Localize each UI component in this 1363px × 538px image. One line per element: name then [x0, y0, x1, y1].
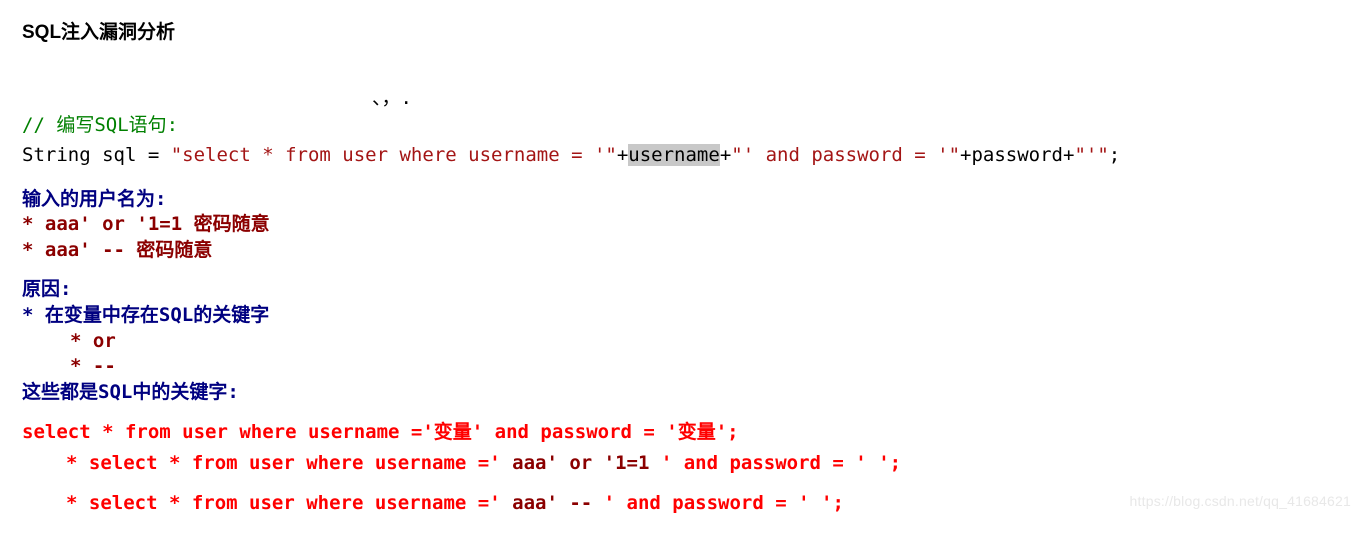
- result-line: select * from user where username ='变量' …: [22, 420, 1363, 446]
- result-token: ' and password = ': [604, 492, 810, 514]
- code-token-op: +: [720, 144, 731, 166]
- code-comment: // 编写SQL语句:: [22, 113, 1363, 139]
- result-token-var: aaa' --: [501, 492, 604, 514]
- code-token-op: +password+: [960, 144, 1074, 166]
- result-token: * select * from user where username =': [66, 492, 501, 514]
- result-token: * select * from user where username =': [66, 452, 501, 474]
- result-token-var: [810, 492, 821, 514]
- result-token: ' and password = ': [661, 452, 867, 474]
- cause-subline: * or: [22, 329, 1363, 355]
- code-token-var-highlight: username: [628, 144, 720, 166]
- section-heading: 原因:: [22, 277, 1363, 303]
- code-token-end: ;: [1109, 144, 1120, 166]
- document-page: SQL注入漏洞分析 、，. // 编写SQL语句: String sql = "…: [0, 0, 1363, 517]
- code-token-string: "'": [1074, 144, 1108, 166]
- code-line: String sql = "select * from user where u…: [22, 143, 1363, 169]
- result-token: ';: [821, 492, 844, 514]
- code-token-string: "' and password = '": [731, 144, 960, 166]
- page-title: SQL注入漏洞分析: [22, 20, 1363, 46]
- result-token-var: aaa' or '1=1: [501, 452, 661, 474]
- example-line: * aaa' or '1=1 密码随意: [22, 212, 1363, 238]
- example-line: * aaa' -- 密码随意: [22, 238, 1363, 264]
- cause-section: 原因: * 在变量中存在SQL的关键字 * or * -- 这些都是SQL中的关…: [22, 277, 1363, 405]
- cause-tail: 这些都是SQL中的关键字:: [22, 380, 1363, 406]
- result-token-var: [867, 452, 878, 474]
- artifact-text: 、，.: [372, 86, 1363, 112]
- code-token-op: +: [617, 144, 628, 166]
- result-line: * select * from user where username =' a…: [22, 451, 1363, 477]
- watermark-text: https://blog.csdn.net/qq_41684621: [1130, 492, 1351, 511]
- section-heading: 输入的用户名为:: [22, 187, 1363, 213]
- result-token: ';: [878, 452, 901, 474]
- code-token-string: "select * from user where username = '": [171, 144, 617, 166]
- cause-subline: * --: [22, 354, 1363, 380]
- input-section: 输入的用户名为: * aaa' or '1=1 密码随意 * aaa' -- 密…: [22, 187, 1363, 264]
- cause-line: * 在变量中存在SQL的关键字: [22, 303, 1363, 329]
- code-token-decl: String sql =: [22, 144, 171, 166]
